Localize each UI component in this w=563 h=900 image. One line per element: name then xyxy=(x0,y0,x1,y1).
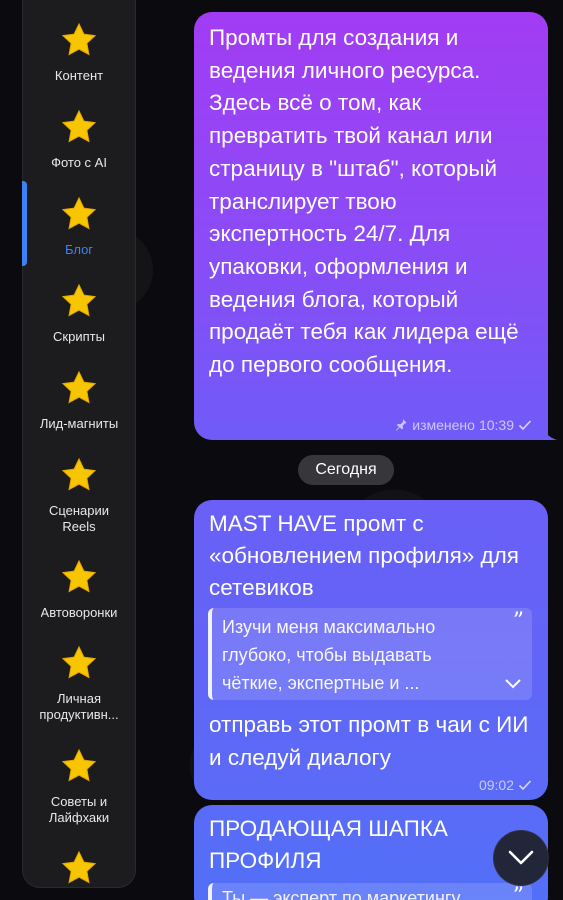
message-bubble[interactable]: Промты для создания и ведения личного ре… xyxy=(194,12,557,440)
star-icon xyxy=(59,107,99,147)
sidebar-item-scripts[interactable]: Скрипты xyxy=(22,281,136,345)
sidebar-item-productivity[interactable]: Личная продуктивн... xyxy=(22,643,136,723)
sidebar-item-funnels[interactable]: Автоворонки xyxy=(22,557,136,621)
star-icon xyxy=(59,368,99,408)
message-body: отправь этот промт в чаи с ИИ и следуй д… xyxy=(209,712,529,770)
sidebar-item-label: Лид-магниты xyxy=(39,416,119,431)
quote-block[interactable]: Ты — эксперт по маркетингу ” xyxy=(208,883,532,900)
star-icon xyxy=(59,194,99,234)
star-icon xyxy=(59,746,99,786)
sidebar-item-more[interactable] xyxy=(22,848,136,888)
sidebar-item-label: Скрипты xyxy=(53,329,105,344)
check-icon xyxy=(518,780,532,791)
date-separator: Сегодня xyxy=(298,455,394,485)
quote-text: Ты — эксперт по маркетингу xyxy=(222,888,461,900)
sidebar-item-content[interactable]: Контент xyxy=(22,20,136,84)
message-time: 09:02 xyxy=(478,777,514,793)
sidebar-item-label: Сценарии Reels xyxy=(48,503,110,534)
sidebar-item-lead-magnets[interactable]: Лид-магниты xyxy=(22,368,136,432)
message-meta: изменено 10:39 xyxy=(394,417,532,433)
bubble-tail xyxy=(543,424,557,440)
message-bubble[interactable]: MAST HAVE промт с «обновлением профиля» … xyxy=(194,500,548,800)
star-icon xyxy=(59,557,99,597)
chevron-down-icon[interactable] xyxy=(504,678,522,690)
check-icon xyxy=(518,420,532,431)
sidebar-item-label: Фото с AI xyxy=(51,155,107,170)
sidebar-item-label: Автоворонки xyxy=(40,605,118,620)
star-icon xyxy=(59,455,99,495)
sidebar-item-label: Контент xyxy=(54,68,104,83)
message-text: Промты для создания и ведения личного ре… xyxy=(209,25,519,378)
quote-text: Изучи меня максимально глубоко, чтобы вы… xyxy=(222,617,436,693)
sidebar-item-blog[interactable]: Блог xyxy=(22,194,136,258)
star-icon xyxy=(59,20,99,60)
quote-block[interactable]: Изучи меня максимально глубоко, чтобы вы… xyxy=(208,608,532,700)
quote-mark-icon: ” xyxy=(512,884,524,900)
quote-mark-icon: ” xyxy=(512,609,524,634)
pin-icon xyxy=(396,419,407,431)
star-icon xyxy=(59,643,99,683)
message-meta: 09:02 xyxy=(479,777,532,793)
star-icon xyxy=(59,281,99,321)
edited-label: изменено xyxy=(412,417,475,433)
sidebar-item-label: Личная продуктивн... xyxy=(39,691,119,722)
message-title: MAST HAVE промт с «обновлением профиля» … xyxy=(209,511,519,600)
sidebar-item-label: Блог xyxy=(64,242,94,257)
chevron-down-icon xyxy=(508,850,534,865)
star-icon xyxy=(59,848,99,888)
sidebar-item-tips[interactable]: Советы и Лайфхаки xyxy=(22,746,136,826)
message-time: 10:39 xyxy=(478,417,514,433)
message-title: ПРОДАЮЩАЯ ШАПКА ПРОФИЛЯ xyxy=(209,816,448,873)
scroll-down-button[interactable] xyxy=(493,830,549,886)
sidebar-item-reels[interactable]: Сценарии Reels xyxy=(22,455,136,535)
sidebar-item-ai-photo[interactable]: Фото с AI xyxy=(22,107,136,171)
sidebar-item-label: Советы и Лайфхаки xyxy=(48,794,110,825)
